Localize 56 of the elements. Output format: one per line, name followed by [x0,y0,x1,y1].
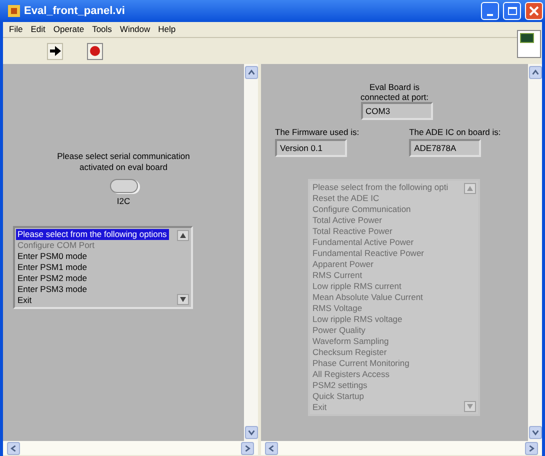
toggle-switch[interactable] [110,179,138,193]
chevron-left-icon [267,444,276,452]
chevron-up-icon [530,68,540,77]
chevron-left-icon [9,444,18,452]
run-button[interactable] [47,42,63,60]
vertical-scrollbar[interactable] [528,64,542,441]
list-item[interactable]: Enter PSM2 mode [16,272,89,284]
ic-label: The ADE IC on board is: [409,126,501,139]
triangle-down-icon [466,404,472,409]
stop-button[interactable] [87,42,103,60]
chevron-right-icon [243,444,252,452]
close-icon [529,6,539,16]
firmware-label: The Firmware used is: [275,126,360,139]
chevron-up-icon [246,68,256,77]
maximize-button[interactable] [503,2,521,20]
list-item[interactable]: Enter PSM1 mode [16,262,89,273]
list-item[interactable]: Enter PSM0 mode [16,250,89,262]
chevron-down-icon [530,428,540,437]
text-field[interactable]: ADE7878A [409,138,482,157]
menu-item[interactable]: Tools [92,23,112,36]
menu-item[interactable]: Operate [53,23,84,36]
vi-icon [517,30,541,58]
close-button[interactable] [525,2,543,20]
minimize-button[interactable] [481,2,499,20]
list-item[interactable]: Exit [16,294,34,306]
list-scroll-down-button[interactable] [176,294,188,305]
horizontal-scrollbar[interactable] [3,441,258,455]
menu-item[interactable]: File [9,23,23,36]
scroll-down-button[interactable] [528,426,542,439]
serial-prompt-text: Please select serial communication activated on eval board [56,151,191,173]
list-item[interactable]: Please select from the following options [16,228,169,240]
scroll-left-button[interactable] [7,442,20,454]
vertical-scrollbar[interactable] [244,64,258,441]
chevron-down-icon [246,428,256,437]
horizontal-scrollbar[interactable] [261,441,542,455]
app-icon [8,5,20,17]
scroll-right-button[interactable] [241,442,254,454]
triangle-down-icon [180,296,186,302]
menu-item[interactable]: Window [120,23,150,36]
scroll-down-button[interactable] [244,426,258,439]
scroll-left-button[interactable] [265,442,278,454]
menu-item[interactable]: Help [158,23,176,36]
text-field[interactable]: COM3 [360,102,432,120]
triangle-up-icon [466,186,472,191]
port-label: Eval Board is connected at port: [359,82,430,102]
switch-label: I2C [116,195,130,208]
scroll-right-button[interactable] [525,442,538,454]
list-item[interactable]: Enter PSM3 mode [16,284,89,295]
chevron-right-icon [527,444,536,452]
list-scroll-up-button[interactable] [176,230,188,241]
scroll-up-button[interactable] [244,66,258,79]
scroll-up-button[interactable] [528,66,542,79]
triangle-up-icon [180,232,186,238]
window-title: Eval_front_panel.vi [24,4,126,19]
menu-item[interactable]: Edit [30,23,46,36]
text-field[interactable]: Version 0.1 [275,138,347,157]
